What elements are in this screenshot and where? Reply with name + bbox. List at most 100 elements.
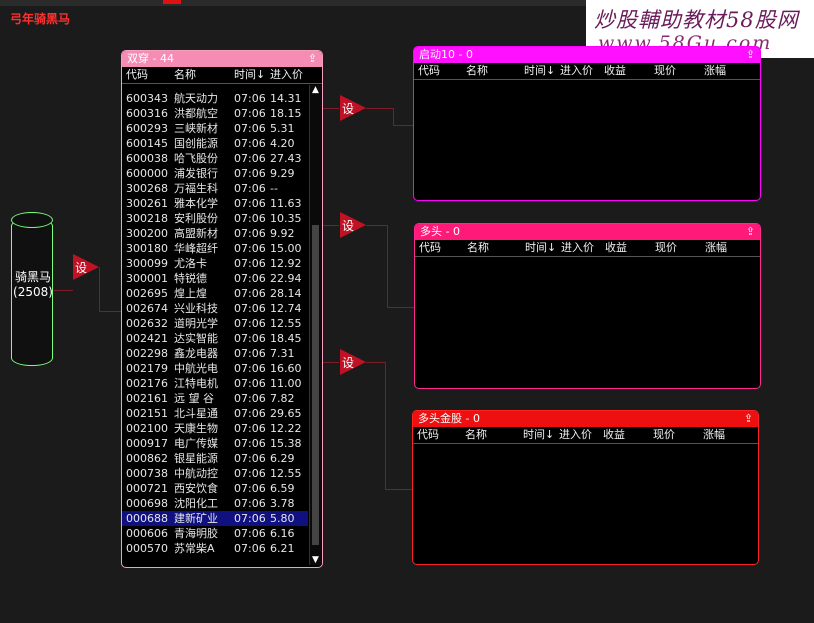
table-row[interactable]: 000917 电广传媒 07:06 15.38 (122, 436, 308, 451)
column-header-code[interactable]: 代码 (418, 63, 440, 79)
cell-code: 000688 (126, 512, 168, 525)
column-header-current-price[interactable]: 现价 (653, 427, 675, 443)
cell-time: 07:06 (234, 437, 266, 450)
set-button-panel-1[interactable]: 设 (340, 95, 366, 121)
pin-icon[interactable]: ⇪ (746, 47, 755, 63)
connector-line (393, 108, 394, 126)
cell-code: 002100 (126, 422, 168, 435)
connector-line (99, 311, 121, 312)
table-row[interactable]: 002176 江特电机 07:06 11.00 (122, 376, 308, 391)
column-header-code[interactable]: 代码 (419, 240, 441, 256)
horse-pool-node[interactable]: 骑黑马 (2508) (11, 212, 53, 370)
column-header-time[interactable]: 时间↓ (525, 240, 556, 256)
column-header-change[interactable]: 涨幅 (703, 427, 725, 443)
table-row[interactable]: 300180 华峰超纤 07:06 15.00 (122, 241, 308, 256)
cell-entry-price: 7.31 (270, 347, 295, 360)
cell-entry-price: 29.65 (270, 407, 302, 420)
table-row[interactable]: 002695 煌上煌 07:06 28.14 (122, 286, 308, 301)
column-header-current-price[interactable]: 现价 (655, 240, 677, 256)
column-header-entry-price[interactable]: 进入价 (559, 427, 592, 443)
column-header-profit[interactable]: 收益 (604, 63, 626, 79)
column-header-code[interactable]: 代码 (417, 427, 439, 443)
column-header-change[interactable]: 涨幅 (705, 240, 727, 256)
pin-icon[interactable]: ⇪ (308, 51, 317, 67)
panel-title-bar[interactable]: 双穿 - 44 ⇪ (122, 51, 322, 67)
cell-code: 000570 (126, 542, 168, 555)
table-row[interactable]: 600000 浦发银行 07:06 9.29 (122, 166, 308, 181)
table-row[interactable]: 002632 道明光学 07:06 12.55 (122, 316, 308, 331)
cell-time: 07:06 (234, 332, 266, 345)
cell-time: 07:06 (234, 422, 266, 435)
column-header-entry-price[interactable]: 进入价 (270, 67, 303, 83)
column-header-time[interactable]: 时间↓ (523, 427, 554, 443)
table-row[interactable]: 600293 三峡新材 07:06 5.31 (122, 121, 308, 136)
table-row[interactable]: 002421 达实智能 07:06 18.45 (122, 331, 308, 346)
set-button-label: 设 (342, 356, 355, 370)
table-row[interactable]: 002179 中航光电 07:06 16.60 (122, 361, 308, 376)
table-row[interactable]: 000721 西安饮食 07:06 6.59 (122, 481, 308, 496)
cell-name: 西安饮食 (174, 482, 218, 495)
table-row[interactable]: 600038 哈飞股份 07:06 27.43 (122, 151, 308, 166)
connector-line (321, 108, 339, 109)
pin-icon[interactable]: ⇪ (746, 224, 755, 240)
set-button-panel-2[interactable]: 设 (340, 212, 366, 238)
table-row[interactable]: 000688 建新矿业 07:06 5.80 (122, 511, 308, 526)
cell-time: 07:06 (234, 392, 266, 405)
set-button-panel-3[interactable]: 设 (340, 349, 366, 375)
set-button-horse[interactable]: 设 (73, 254, 99, 280)
scroll-down-arrow-icon[interactable]: ▼ (312, 555, 319, 565)
table-row[interactable]: 002161 远 望 谷 07:06 7.82 (122, 391, 308, 406)
table-row[interactable]: 300268 万福生科 07:06 -- (122, 181, 308, 196)
cell-code: 002298 (126, 347, 168, 360)
table-row[interactable]: 000698 沈阳化工 07:06 3.78 (122, 496, 308, 511)
scrollbar[interactable]: ▲ ▼ (309, 85, 322, 565)
column-header-name[interactable]: 名称 (174, 67, 196, 83)
table-row[interactable]: 300261 雅本化学 07:06 11.63 (122, 196, 308, 211)
table-row[interactable]: 300001 特锐德 07:06 22.94 (122, 271, 308, 286)
cell-code: 002674 (126, 302, 168, 315)
panel-title-bar[interactable]: 启动10 - 0 ⇪ (414, 47, 760, 63)
panel-title-bar[interactable]: 多头 - 0 ⇪ (415, 224, 760, 240)
table-row[interactable]: 600343 航天动力 07:06 14.31 (122, 91, 308, 106)
cell-code: 002161 (126, 392, 168, 405)
table-row[interactable]: 300218 安利股份 07:06 10.35 (122, 211, 308, 226)
connector-line (366, 108, 394, 109)
cell-entry-price: 18.15 (270, 107, 302, 120)
table-row[interactable]: 300099 尤洛卡 07:06 12.92 (122, 256, 308, 271)
cell-entry-price: 5.31 (270, 122, 295, 135)
column-header-change[interactable]: 涨幅 (704, 63, 726, 79)
column-header-time[interactable]: 时间↓ (524, 63, 555, 79)
table-row[interactable]: 002100 天康生物 07:06 12.22 (122, 421, 308, 436)
column-header-current-price[interactable]: 现价 (654, 63, 676, 79)
scroll-up-arrow-icon[interactable]: ▲ (312, 85, 319, 95)
table-row[interactable]: 000606 青海明胶 07:06 6.16 (122, 526, 308, 541)
scrollbar-thumb[interactable] (312, 225, 319, 545)
cell-code: 300268 (126, 182, 168, 195)
table-row[interactable]: 600316 洪都航空 07:06 18.15 (122, 106, 308, 121)
cell-name: 天康生物 (174, 422, 218, 435)
cell-entry-price: 7.82 (270, 392, 295, 405)
table-row[interactable]: 002674 兴业科技 07:06 12.74 (122, 301, 308, 316)
table-row[interactable]: 000738 中航动控 07:06 12.55 (122, 466, 308, 481)
column-header-entry-price[interactable]: 进入价 (561, 240, 594, 256)
cell-entry-price: 10.35 (270, 212, 302, 225)
table-row[interactable]: 000862 银星能源 07:06 6.29 (122, 451, 308, 466)
column-header-time[interactable]: 时间↓ (234, 67, 265, 83)
table-row[interactable]: 002151 北斗星通 07:06 29.65 (122, 406, 308, 421)
cell-name: 特锐德 (174, 272, 207, 285)
connector-line (366, 362, 386, 363)
column-header-profit[interactable]: 收益 (605, 240, 627, 256)
column-header-name[interactable]: 名称 (466, 63, 488, 79)
panel-title-bar[interactable]: 多头金股 - 0 ⇪ (413, 411, 758, 427)
table-row[interactable]: 002298 鑫龙电器 07:06 7.31 (122, 346, 308, 361)
column-header-entry-price[interactable]: 进入价 (560, 63, 593, 79)
table-row[interactable]: 000570 苏常柴A 07:06 6.21 (122, 541, 308, 556)
column-header-code[interactable]: 代码 (126, 67, 148, 83)
column-header-name[interactable]: 名称 (465, 427, 487, 443)
table-row[interactable]: 600145 国创能源 07:06 4.20 (122, 136, 308, 151)
table-row[interactable]: 300200 高盟新材 07:06 9.92 (122, 226, 308, 241)
column-header-profit[interactable]: 收益 (603, 427, 625, 443)
column-header-name[interactable]: 名称 (467, 240, 489, 256)
panel-title: 启动10 - 0 (419, 48, 473, 61)
pin-icon[interactable]: ⇪ (744, 411, 753, 427)
